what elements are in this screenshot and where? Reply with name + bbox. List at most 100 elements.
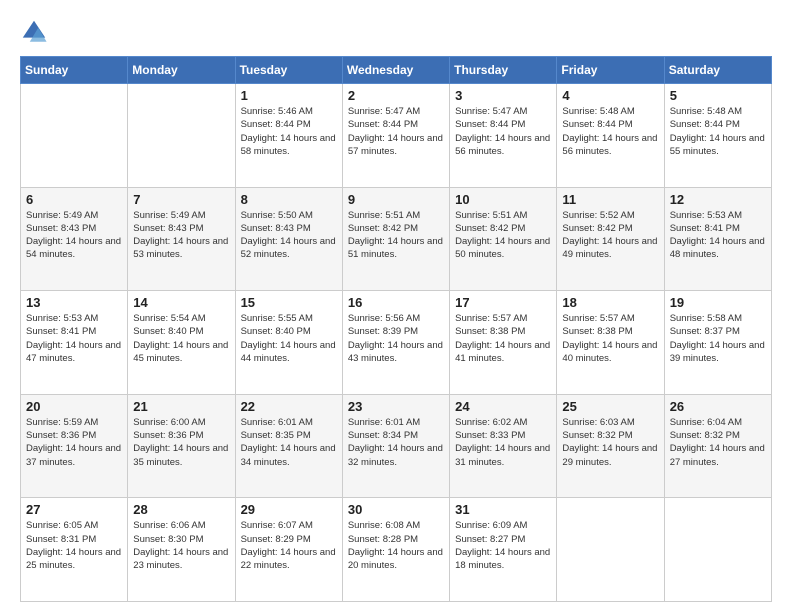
day-cell: 16Sunrise: 5:56 AMSunset: 8:39 PMDayligh… (342, 291, 449, 395)
day-info: Sunrise: 6:05 AMSunset: 8:31 PMDaylight:… (26, 519, 122, 572)
day-number: 3 (455, 88, 551, 103)
day-cell: 8 Sunrise: 5:50 AMSunset: 8:43 PMDaylight… (235, 187, 342, 291)
day-cell: 20 Sunrise: 5:59 AMSunset: 8:36 PMDayligh… (21, 394, 128, 498)
day-cell (128, 84, 235, 188)
day-info: Sunrise: 6:08 AMSunset: 8:28 PMDaylight:… (348, 519, 444, 572)
day-number: 8 (241, 192, 337, 207)
day-cell (664, 498, 771, 602)
day-cell: 12 Sunrise: 5:53 AMSunset: 8:41 PMDayligh… (664, 187, 771, 291)
day-number: 27 (26, 502, 122, 517)
day-number: 25 (562, 399, 658, 414)
day-cell (557, 498, 664, 602)
day-number: 16 (348, 295, 444, 310)
day-info: Sunrise: 6:09 AMSunset: 8:27 PMDaylight:… (455, 519, 551, 572)
day-info: Sunrise: 5:59 AMSunset: 8:36 PMDaylight:… (26, 416, 122, 469)
weekday-header-thursday: Thursday (450, 57, 557, 84)
day-number: 13 (26, 295, 122, 310)
day-info: Sunrise: 5:52 AMSunset: 8:42 PMDaylight:… (562, 209, 658, 262)
day-cell: 1 Sunrise: 5:46 AMSunset: 8:44 PMDaylight… (235, 84, 342, 188)
day-info: Sunrise: 5:57 AMSunset: 8:38 PMDaylight:… (562, 312, 658, 365)
weekday-header-row: SundayMondayTuesdayWednesdayThursdayFrid… (21, 57, 772, 84)
day-number: 29 (241, 502, 337, 517)
day-cell: 31 Sunrise: 6:09 AMSunset: 8:27 PMDayligh… (450, 498, 557, 602)
day-number: 17 (455, 295, 551, 310)
day-cell: 22 Sunrise: 6:01 AMSunset: 8:35 PMDayligh… (235, 394, 342, 498)
day-number: 11 (562, 192, 658, 207)
day-cell: 6 Sunrise: 5:49 AMSunset: 8:43 PMDaylight… (21, 187, 128, 291)
calendar: SundayMondayTuesdayWednesdayThursdayFrid… (20, 56, 772, 602)
week-row-5: 27 Sunrise: 6:05 AMSunset: 8:31 PMDayligh… (21, 498, 772, 602)
week-row-3: 13Sunrise: 5:53 AMSunset: 8:41 PMDayligh… (21, 291, 772, 395)
day-info: Sunrise: 5:55 AMSunset: 8:40 PMDaylight:… (241, 312, 337, 365)
day-cell: 3Sunrise: 5:47 AMSunset: 8:44 PMDaylight… (450, 84, 557, 188)
day-number: 24 (455, 399, 551, 414)
day-info: Sunrise: 5:49 AMSunset: 8:43 PMDaylight:… (26, 209, 122, 262)
day-cell: 10 Sunrise: 5:51 AMSunset: 8:42 PMDayligh… (450, 187, 557, 291)
day-number: 15 (241, 295, 337, 310)
day-info: Sunrise: 5:54 AMSunset: 8:40 PMDaylight:… (133, 312, 229, 365)
day-cell: 7 Sunrise: 5:49 AMSunset: 8:43 PMDaylight… (128, 187, 235, 291)
day-info: Sunrise: 5:58 AMSunset: 8:37 PMDaylight:… (670, 312, 766, 365)
day-cell: 24 Sunrise: 6:02 AMSunset: 8:33 PMDayligh… (450, 394, 557, 498)
day-number: 7 (133, 192, 229, 207)
day-info: Sunrise: 6:07 AMSunset: 8:29 PMDaylight:… (241, 519, 337, 572)
day-info: Sunrise: 6:04 AMSunset: 8:32 PMDaylight:… (670, 416, 766, 469)
day-cell: 27 Sunrise: 6:05 AMSunset: 8:31 PMDayligh… (21, 498, 128, 602)
day-number: 10 (455, 192, 551, 207)
weekday-header-friday: Friday (557, 57, 664, 84)
page: SundayMondayTuesdayWednesdayThursdayFrid… (0, 0, 792, 612)
day-number: 18 (562, 295, 658, 310)
day-number: 26 (670, 399, 766, 414)
day-cell: 25 Sunrise: 6:03 AMSunset: 8:32 PMDayligh… (557, 394, 664, 498)
weekday-header-wednesday: Wednesday (342, 57, 449, 84)
day-cell: 30Sunrise: 6:08 AMSunset: 8:28 PMDayligh… (342, 498, 449, 602)
header (20, 18, 772, 46)
day-info: Sunrise: 6:03 AMSunset: 8:32 PMDaylight:… (562, 416, 658, 469)
day-number: 9 (348, 192, 444, 207)
day-info: Sunrise: 5:49 AMSunset: 8:43 PMDaylight:… (133, 209, 229, 262)
day-cell: 11 Sunrise: 5:52 AMSunset: 8:42 PMDayligh… (557, 187, 664, 291)
day-number: 12 (670, 192, 766, 207)
weekday-header-saturday: Saturday (664, 57, 771, 84)
day-number: 31 (455, 502, 551, 517)
day-info: Sunrise: 5:53 AMSunset: 8:41 PMDaylight:… (670, 209, 766, 262)
day-info: Sunrise: 5:47 AMSunset: 8:44 PMDaylight:… (348, 105, 444, 158)
day-number: 6 (26, 192, 122, 207)
day-info: Sunrise: 5:51 AMSunset: 8:42 PMDaylight:… (455, 209, 551, 262)
day-cell: 15 Sunrise: 5:55 AMSunset: 8:40 PMDayligh… (235, 291, 342, 395)
day-info: Sunrise: 6:01 AMSunset: 8:35 PMDaylight:… (241, 416, 337, 469)
day-info: Sunrise: 6:00 AMSunset: 8:36 PMDaylight:… (133, 416, 229, 469)
day-cell: 23Sunrise: 6:01 AMSunset: 8:34 PMDayligh… (342, 394, 449, 498)
day-number: 20 (26, 399, 122, 414)
day-info: Sunrise: 5:48 AMSunset: 8:44 PMDaylight:… (670, 105, 766, 158)
day-info: Sunrise: 5:46 AMSunset: 8:44 PMDaylight:… (241, 105, 337, 158)
day-number: 21 (133, 399, 229, 414)
day-number: 19 (670, 295, 766, 310)
day-cell: 4Sunrise: 5:48 AMSunset: 8:44 PMDaylight… (557, 84, 664, 188)
logo-icon (20, 18, 48, 46)
day-cell: 21 Sunrise: 6:00 AMSunset: 8:36 PMDayligh… (128, 394, 235, 498)
day-info: Sunrise: 6:02 AMSunset: 8:33 PMDaylight:… (455, 416, 551, 469)
day-cell: 28Sunrise: 6:06 AMSunset: 8:30 PMDayligh… (128, 498, 235, 602)
weekday-header-sunday: Sunday (21, 57, 128, 84)
day-cell: 13Sunrise: 5:53 AMSunset: 8:41 PMDayligh… (21, 291, 128, 395)
day-cell: 9Sunrise: 5:51 AMSunset: 8:42 PMDaylight… (342, 187, 449, 291)
logo (20, 18, 52, 46)
day-cell: 29 Sunrise: 6:07 AMSunset: 8:29 PMDayligh… (235, 498, 342, 602)
week-row-1: 1 Sunrise: 5:46 AMSunset: 8:44 PMDaylight… (21, 84, 772, 188)
day-info: Sunrise: 5:57 AMSunset: 8:38 PMDaylight:… (455, 312, 551, 365)
weekday-header-monday: Monday (128, 57, 235, 84)
day-number: 28 (133, 502, 229, 517)
day-info: Sunrise: 5:50 AMSunset: 8:43 PMDaylight:… (241, 209, 337, 262)
week-row-2: 6 Sunrise: 5:49 AMSunset: 8:43 PMDaylight… (21, 187, 772, 291)
day-cell: 2 Sunrise: 5:47 AMSunset: 8:44 PMDaylight… (342, 84, 449, 188)
day-number: 23 (348, 399, 444, 414)
day-number: 1 (241, 88, 337, 103)
day-cell: 5Sunrise: 5:48 AMSunset: 8:44 PMDaylight… (664, 84, 771, 188)
week-row-4: 20 Sunrise: 5:59 AMSunset: 8:36 PMDayligh… (21, 394, 772, 498)
day-cell: 17 Sunrise: 5:57 AMSunset: 8:38 PMDayligh… (450, 291, 557, 395)
day-cell: 18 Sunrise: 5:57 AMSunset: 8:38 PMDayligh… (557, 291, 664, 395)
day-number: 2 (348, 88, 444, 103)
day-number: 22 (241, 399, 337, 414)
day-number: 14 (133, 295, 229, 310)
